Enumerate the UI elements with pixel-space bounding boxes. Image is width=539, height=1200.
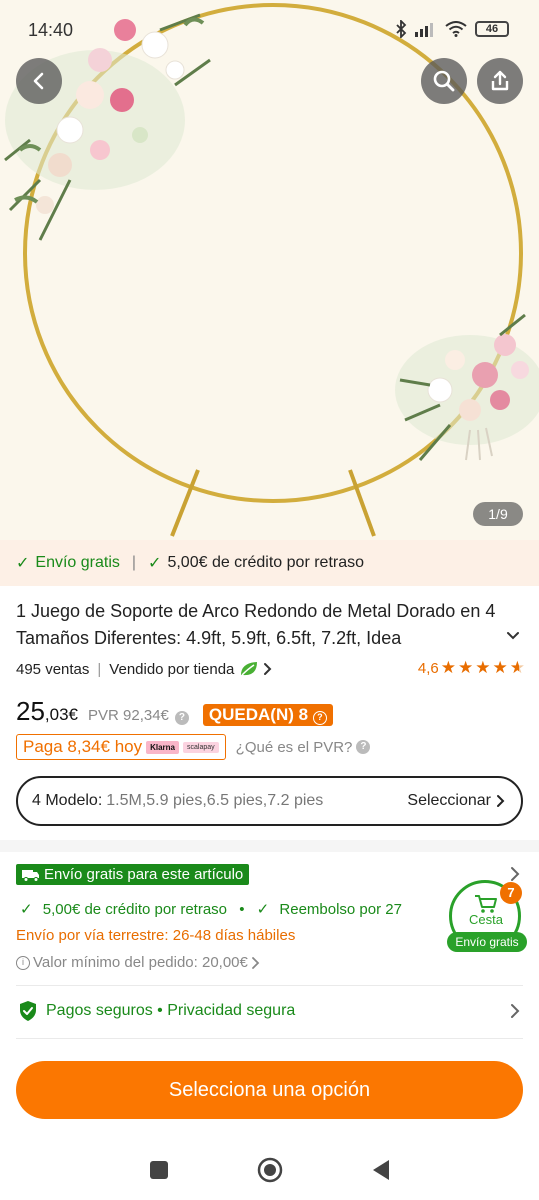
status-time: 14:40 [28, 20, 74, 40]
search-button[interactable] [421, 58, 467, 104]
cart-float-button[interactable]: Cesta 7 Envío gratis [447, 880, 527, 954]
image-counter: 1/9 [473, 502, 523, 526]
recents-icon[interactable] [149, 1160, 169, 1180]
info-icon[interactable]: ? [174, 711, 189, 725]
bullet: • [239, 901, 245, 918]
price-row: 25,03€ PVR 92,34€ ? QUEDA(N) 8 ? [16, 696, 333, 727]
share-icon [491, 70, 509, 91]
section-separator [0, 840, 539, 852]
star-icon: ★ [475, 658, 491, 677]
product-title[interactable]: 1 Juego de Soporte de Arco Redondo de Me… [16, 598, 506, 652]
battery-indicator: 46 [475, 21, 509, 37]
minimum-order-row[interactable]: i Valor mínimo del pedido: 20,00€ [16, 954, 261, 971]
rating-value: 4,6 [417, 659, 439, 677]
status-bar: 14:40 46 [0, 0, 539, 60]
back-button[interactable] [16, 58, 62, 104]
search-icon [433, 70, 455, 92]
scalapay-logo: scalapay [183, 741, 219, 753]
late-credit-text: 5,00€ de crédito por retraso [167, 554, 365, 571]
select-option-button[interactable]: Selecciona una opción [16, 1061, 523, 1119]
leaf-icon [241, 662, 258, 676]
chevron-right-icon[interactable] [509, 1003, 521, 1019]
back-icon [33, 72, 44, 90]
free-shipping-text: Envío gratis [35, 554, 120, 571]
model-label: 4 Modelo: [32, 792, 103, 809]
minimum-order-text: Valor mínimo del pedido: 20,00€ [33, 954, 248, 971]
info-icon: ? [312, 711, 327, 725]
pay-today-box[interactable]: Paga 8,34€ hoy Klarna scalapay [16, 734, 226, 760]
expand-chevron-icon[interactable] [505, 628, 521, 644]
secure-payment-row[interactable]: Pagos seguros • Privacidad segura [18, 1000, 295, 1022]
cart-count-badge: 7 [500, 882, 522, 904]
bluetooth-icon [396, 20, 407, 38]
credit-row: ✓ 5,00€ de crédito por retraso • ✓ Reemb… [20, 900, 489, 918]
pvr-price: PVR 92,34€ [88, 707, 169, 724]
cart-icon [475, 895, 497, 913]
info-icon[interactable]: ? [356, 740, 371, 754]
pvr-question-link[interactable]: ¿Qué es el PVR? [236, 739, 353, 756]
free-shipping-badge: Envío gratis para este artículo [16, 864, 250, 885]
select-label: Seleccionar [407, 792, 491, 809]
system-nav-bar [0, 1140, 539, 1200]
credit-text: 5,00€ de crédito por retraso [42, 901, 228, 918]
divider: | [97, 660, 102, 678]
check-icon: ✓ [20, 901, 33, 918]
share-button[interactable] [477, 58, 523, 104]
rating[interactable]: 4,6 ★ ★ ★ ★ ★ [418, 658, 525, 678]
ground-shipping-text: Envío por vía terrestre: 26-48 días hábi… [16, 927, 296, 944]
secure-text: Pagos seguros • Privacidad segura [46, 1002, 296, 1019]
chevron-right-icon [251, 956, 260, 969]
refund-text: Reembolso por 27 [279, 901, 402, 918]
sold-by-text[interactable]: Vendido por tienda [109, 661, 234, 678]
model-values: 1.5M,5.9 pies,6.5 pies,7.2 pies [106, 792, 324, 809]
signal-icon [415, 23, 433, 37]
nav-back-icon[interactable] [371, 1159, 391, 1181]
info-icon: i [16, 955, 30, 970]
cart-label: Cesta [469, 912, 503, 927]
free-shipping-badge-text: Envío gratis para este artículo [44, 866, 244, 883]
truck-icon [22, 869, 39, 882]
model-selector[interactable]: 4 Modelo: 1.5M,5.9 pies,6.5 pies,7.2 pie… [16, 776, 523, 826]
wifi-icon [445, 21, 467, 37]
pay-today-text: Paga 8,34€ hoy [23, 737, 143, 756]
shipping-strip: ✓ Envío gratis | ✓ 5,00€ de crédito por … [0, 540, 539, 586]
star-icon: ★ [458, 658, 474, 677]
divider [16, 985, 523, 986]
divider [16, 1038, 523, 1039]
pay-later-row: Paga 8,34€ hoy Klarna scalapay ¿Qué es e… [16, 734, 371, 760]
stock-badge: QUEDA(N) 8 ? [202, 704, 333, 726]
home-icon[interactable] [257, 1157, 283, 1183]
check-icon: ✓ [16, 555, 30, 572]
chevron-right-icon [497, 795, 505, 807]
sales-count: 495 ventas [16, 660, 90, 678]
price-decimal: ,03€ [44, 705, 79, 724]
chevron-right-icon[interactable] [262, 662, 274, 676]
check-icon: ✓ [148, 555, 162, 572]
half-star-icon: ★ [509, 658, 525, 677]
cart-free-shipping-pill: Envío gratis [447, 932, 527, 952]
product-image[interactable]: 14:40 46 1/9 [0, 0, 539, 540]
status-icons: 46 [395, 20, 509, 38]
divider: | [131, 554, 137, 571]
check-icon: ✓ [256, 901, 270, 918]
title-fade [440, 625, 510, 652]
klarna-logo: Klarna [146, 740, 180, 754]
star-icon: ★ [440, 658, 456, 677]
price-integer: 25 [16, 696, 45, 726]
shield-check-icon [20, 1001, 36, 1021]
star-icon: ★ [492, 658, 508, 677]
